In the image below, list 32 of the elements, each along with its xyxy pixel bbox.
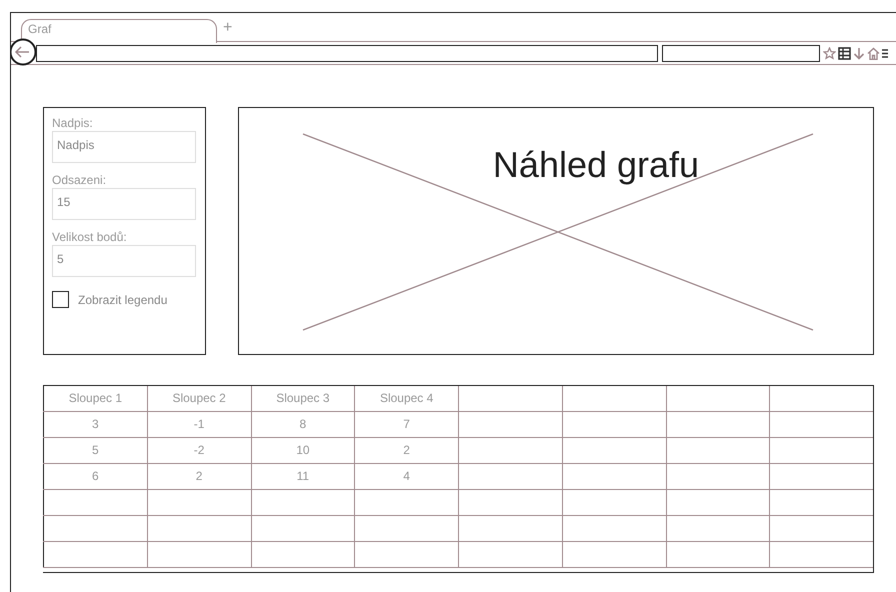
field-label: Velikost bodů: bbox=[52, 230, 128, 244]
back-button[interactable] bbox=[11, 38, 37, 66]
input-field[interactable]: Nadpis bbox=[52, 131, 196, 163]
star-icon[interactable] bbox=[823, 46, 836, 60]
table-cell: 8 bbox=[250, 412, 354, 437]
column-header: Sloupec 4 bbox=[354, 386, 458, 411]
table-cell: 7 bbox=[354, 412, 458, 437]
table-cell: 2 bbox=[354, 438, 458, 463]
table-cell: -2 bbox=[146, 438, 250, 463]
input-field[interactable]: 5 bbox=[52, 245, 196, 277]
new-tab-button[interactable]: + bbox=[217, 19, 238, 37]
preview-title: Náhled grafu bbox=[492, 144, 700, 187]
search-field[interactable] bbox=[662, 44, 820, 62]
table-cell: 11 bbox=[250, 464, 354, 489]
list-icon[interactable] bbox=[838, 46, 851, 60]
table-cell: 6 bbox=[43, 464, 147, 489]
legend-checkbox[interactable] bbox=[52, 291, 69, 308]
checkbox-label: Zobrazit legendu bbox=[78, 292, 168, 306]
address-field[interactable] bbox=[36, 44, 658, 62]
table-cell: -1 bbox=[146, 412, 250, 437]
table-cell: 4 bbox=[354, 464, 458, 489]
field-label: Nadpis: bbox=[52, 116, 94, 130]
input-field[interactable]: 15 bbox=[52, 188, 196, 220]
column-header: Sloupec 3 bbox=[250, 386, 354, 411]
table-cell: 2 bbox=[146, 464, 250, 489]
table-cell: 10 bbox=[250, 438, 354, 463]
menu-icon[interactable] bbox=[882, 46, 888, 60]
column-header: Sloupec 2 bbox=[146, 386, 250, 411]
column-header: Sloupec 1 bbox=[43, 386, 147, 411]
table-cell: 3 bbox=[43, 412, 147, 437]
table-cell: 5 bbox=[43, 438, 147, 463]
field-label: Odsazeni: bbox=[52, 173, 108, 187]
